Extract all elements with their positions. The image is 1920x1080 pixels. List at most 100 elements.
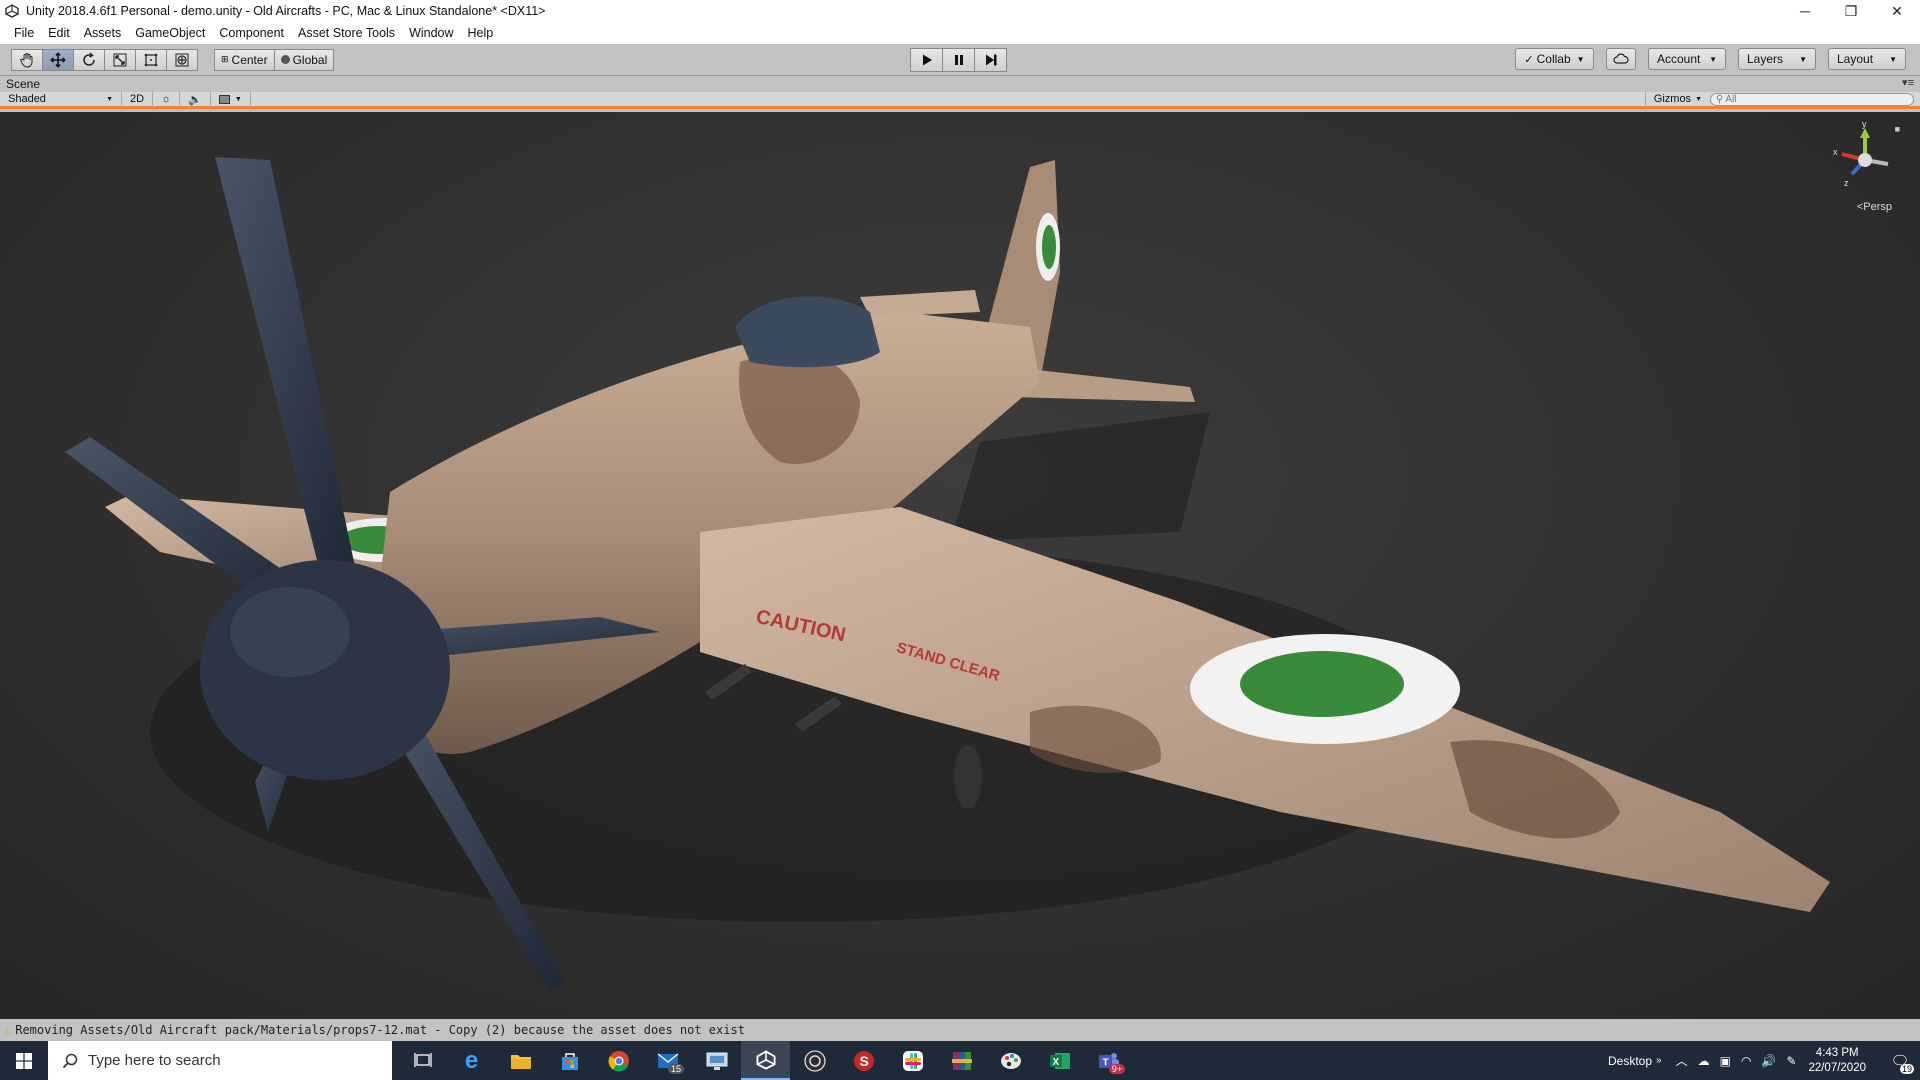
close-button[interactable]: ✕ [1874,0,1920,22]
gizmo-lock-icon[interactable]: ■ [1895,124,1900,134]
menu-window[interactable]: Window [402,22,460,44]
excel-app[interactable]: X [1035,1041,1084,1080]
minimize-button[interactable]: ─ [1782,0,1828,22]
scale-tool-button[interactable] [104,48,136,71]
audio-toggle[interactable]: 🔈 [180,91,211,107]
right-wing-roundel-center [1240,651,1404,717]
cloud-sync-icon[interactable]: ☁ [1698,1054,1710,1068]
file-explorer-app[interactable] [496,1041,545,1080]
gizmos-dropdown[interactable]: Gizmos ▼ [1644,91,1710,107]
clock[interactable]: 4:43 PM 22/07/2020 [1808,1046,1866,1076]
pivot-space-toggle[interactable]: Global [273,48,335,71]
wifi-icon[interactable]: ◠ [1741,1054,1751,1068]
search-icon [62,1053,78,1068]
edge-app[interactable]: e [447,1041,496,1080]
menu-assets[interactable]: Assets [77,22,129,44]
taskbar-search[interactable]: Type here to search [48,1041,392,1080]
pivot-controls: ⊞ Center Global [214,48,335,71]
toolbar-chevron-icon[interactable]: » [1656,1055,1662,1066]
layout-label: Layout [1837,52,1874,66]
cloud-button[interactable] [1606,48,1636,70]
chrome-app[interactable] [594,1041,643,1080]
taskbar-search-placeholder: Type here to search [88,1052,221,1069]
rect-tool-icon [144,53,158,66]
volume-icon[interactable]: 🔊 [1761,1054,1776,1068]
rect-tool-button[interactable] [135,48,167,71]
step-button[interactable] [974,48,1007,72]
network-adapter-icon[interactable]: ▣ [1720,1054,1731,1068]
lighting-toggle[interactable]: ☼ [153,91,181,107]
menu-asset-store-tools[interactable]: Asset Store Tools [291,22,402,44]
teams-app[interactable]: T 9+ [1084,1041,1133,1080]
pen-icon[interactable]: ✎ [1786,1054,1796,1068]
pivot-space-label: Global [292,52,328,67]
menu-file[interactable]: File [7,22,41,44]
scene-tab-bar: Scene ▾≡ [0,76,1920,92]
task-view-icon [413,1052,432,1067]
winrar-icon [951,1051,972,1070]
tail-shadow [950,412,1210,542]
tailplane-left [860,290,980,317]
menu-edit[interactable]: Edit [41,22,77,44]
red-app[interactable]: S [839,1041,888,1080]
restore-button[interactable]: ❐ [1828,0,1874,22]
aircraft-model: CAUTION STAND CLEAR [65,157,1830,992]
toggle-2d-label: 2D [130,93,145,105]
layers-dropdown[interactable]: Layers ▼ [1738,48,1816,70]
task-view-button[interactable] [398,1041,447,1080]
red-s-app-icon: S [853,1050,874,1071]
pause-button[interactable] [942,48,975,72]
hand-tool-button[interactable] [11,48,43,71]
menu-component[interactable]: Component [212,22,291,44]
paint-app[interactable] [986,1041,1035,1080]
mail-app[interactable]: 15 [643,1041,692,1080]
menu-help[interactable]: Help [461,22,501,44]
tab-scene[interactable]: Scene [6,77,40,91]
edge-icon: e [464,1046,479,1074]
slack-icon [902,1050,923,1071]
rotate-tool-button[interactable] [73,48,105,71]
shading-mode-dropdown[interactable]: Shaded ▼ [0,91,122,107]
cloud-icon [1613,53,1629,64]
menu-gameobject[interactable]: GameObject [128,22,212,44]
mail-badge: 15 [667,1064,684,1074]
obs-app[interactable] [790,1041,839,1080]
console-status-bar[interactable]: ⚠ Removing Assets/Old Aircraft pack/Mate… [0,1019,1920,1041]
toggle-2d-button[interactable]: 2D [122,91,154,107]
move-tool-button[interactable] [42,48,74,71]
transform-icon [175,53,189,66]
hand-icon [20,52,33,68]
desktop-toolbar-label[interactable]: Desktop [1608,1054,1652,1068]
persp-label[interactable]: <Persp [1857,201,1892,213]
rotate-icon [83,51,95,66]
start-button[interactable] [0,1041,48,1080]
collab-check-icon: ✓ [1524,53,1534,66]
remote-desktop-app[interactable] [692,1041,741,1080]
panel-menu-icon[interactable]: ▾≡ [1902,76,1914,89]
transform-tool-button[interactable] [166,48,198,71]
dropdown-arrow-icon: ▼ [1889,54,1897,64]
winrar-app[interactable] [937,1041,986,1080]
slack-app[interactable] [888,1041,937,1080]
unity-icon [756,1049,775,1070]
layout-dropdown[interactable]: Layout ▼ [1828,48,1906,70]
account-dropdown[interactable]: Account ▼ [1648,48,1726,70]
windows-taskbar: Type here to search e 15 S X T 9+ Deskto… [0,1041,1920,1080]
notifications-button[interactable]: 🗨 19 [1880,1052,1920,1074]
unity-app[interactable] [741,1041,790,1080]
svg-text:X: X [1052,1057,1059,1068]
image-icon [218,94,230,104]
move-arrows-icon [50,52,66,67]
store-app[interactable] [545,1041,594,1080]
globe-icon [280,55,290,64]
play-button[interactable] [910,48,943,72]
scene-viewport[interactable]: CAUTION STAND CLEAR y x z ■ <Persp [0,112,1920,1019]
scene-search-field[interactable]: ⚲ All [1710,92,1914,106]
gizmo-axis-y: y [1862,122,1867,129]
propeller-spinner-highlight [230,587,350,677]
effects-dropdown[interactable]: ▼ [211,91,251,107]
svg-text:S: S [859,1053,868,1069]
collab-dropdown[interactable]: ✓ Collab ▼ [1515,48,1594,70]
pivot-center-toggle[interactable]: ⊞ Center [214,48,275,71]
hidden-icons-chevron-icon[interactable]: ︿ [1676,1052,1688,1069]
